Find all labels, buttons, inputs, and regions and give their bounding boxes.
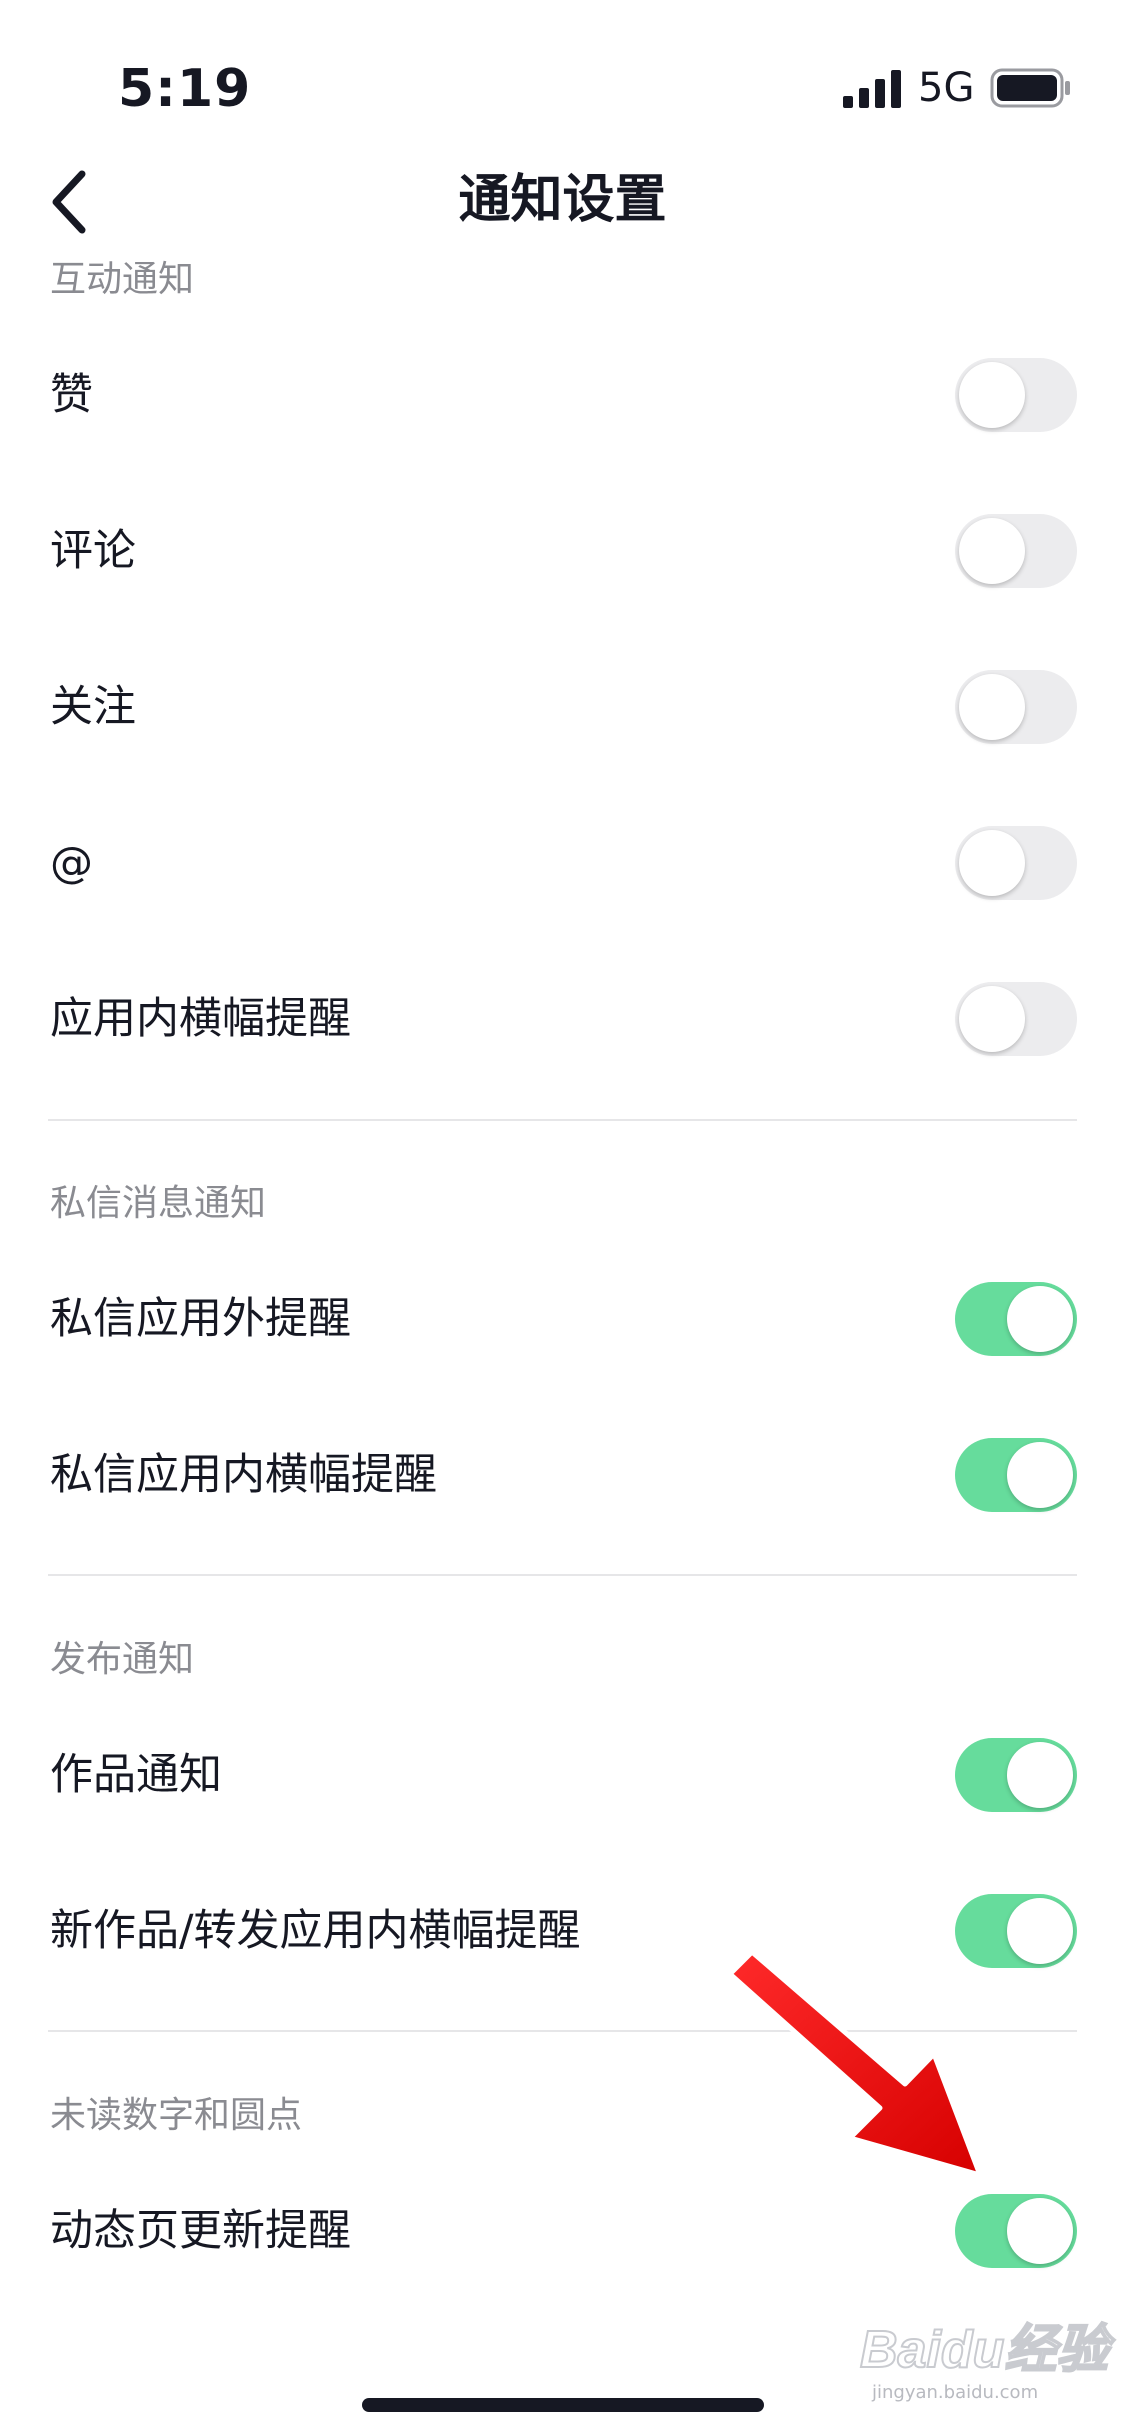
toggle-knob [959, 986, 1025, 1052]
setting-label: 赞 [50, 370, 93, 420]
section-header-publish: 发布通知 [50, 1639, 195, 1680]
home-indicator [362, 2398, 764, 2412]
setting-row-mention: @ [0, 785, 1125, 941]
network-type: 5G [918, 65, 975, 111]
setting-label: 关注 [50, 682, 136, 732]
setting-label: 私信应用内横幅提醒 [50, 1450, 437, 1500]
toggle-knob [959, 830, 1025, 896]
setting-row-like: 赞 [0, 317, 1125, 473]
toggle-switch-mention[interactable] [955, 826, 1077, 900]
nav-bar: 通知设置 [0, 150, 1125, 250]
watermark-url: jingyan.baidu.com [872, 2382, 1039, 2403]
setting-label: 新作品/转发应用内横幅提醒 [50, 1906, 581, 1956]
watermark: Baidu经验 jingyan.baidu.com [859, 2320, 1109, 2410]
toggle-knob [959, 674, 1025, 740]
toggle-switch-feed-update[interactable] [955, 2194, 1077, 2268]
page-title: 通知设置 [458, 170, 667, 230]
toggle-switch-comment[interactable] [955, 514, 1077, 588]
setting-label: 评论 [50, 526, 136, 576]
status-bar: 5:19 5G [0, 0, 1125, 150]
toggle-knob [1007, 2198, 1073, 2264]
section-header-interaction: 互动通知 [50, 259, 195, 300]
setting-label: 作品通知 [50, 1750, 222, 1800]
battery-icon [990, 68, 1070, 108]
toggle-knob [959, 362, 1025, 428]
setting-label: 动态页更新提醒 [50, 2206, 351, 2256]
toggle-switch-like[interactable] [955, 358, 1077, 432]
cellular-signal-icon [843, 70, 901, 108]
toggle-switch-follow[interactable] [955, 670, 1077, 744]
toggle-switch-dm-in-app-banner[interactable] [955, 1438, 1077, 1512]
setting-row-dm-in-app-banner: 私信应用内横幅提醒 [0, 1397, 1125, 1553]
status-time: 5:19 [118, 59, 252, 119]
toggle-knob [1007, 1442, 1073, 1508]
setting-label: 应用内横幅提醒 [50, 994, 351, 1044]
toggle-switch-in-app-banner[interactable] [955, 982, 1077, 1056]
setting-row-dm-outside-app: 私信应用外提醒 [0, 1241, 1125, 1397]
toggle-knob [1007, 1742, 1073, 1808]
setting-row-works-notify: 作品通知 [0, 1697, 1125, 1853]
annotation-arrow-icon [727, 1950, 983, 2178]
toggle-switch-dm-outside-app[interactable] [955, 1282, 1077, 1356]
setting-row-in-app-banner: 应用内横幅提醒 [0, 941, 1125, 1097]
toggle-knob [1007, 1898, 1073, 1964]
section-divider [48, 1119, 1077, 1121]
setting-row-comment: 评论 [0, 473, 1125, 629]
toggle-knob [959, 518, 1025, 584]
setting-label: @ [50, 838, 93, 888]
section-header-private-message: 私信消息通知 [50, 1183, 267, 1224]
section-divider [48, 1574, 1077, 1576]
setting-row-follow: 关注 [0, 629, 1125, 785]
setting-label: 私信应用外提醒 [50, 1294, 351, 1344]
toggle-knob [1007, 1286, 1073, 1352]
section-header-unread: 未读数字和圆点 [50, 2095, 303, 2136]
watermark-logo: Baidu经验 [859, 2320, 1109, 2380]
toggle-switch-works-notify[interactable] [955, 1738, 1077, 1812]
